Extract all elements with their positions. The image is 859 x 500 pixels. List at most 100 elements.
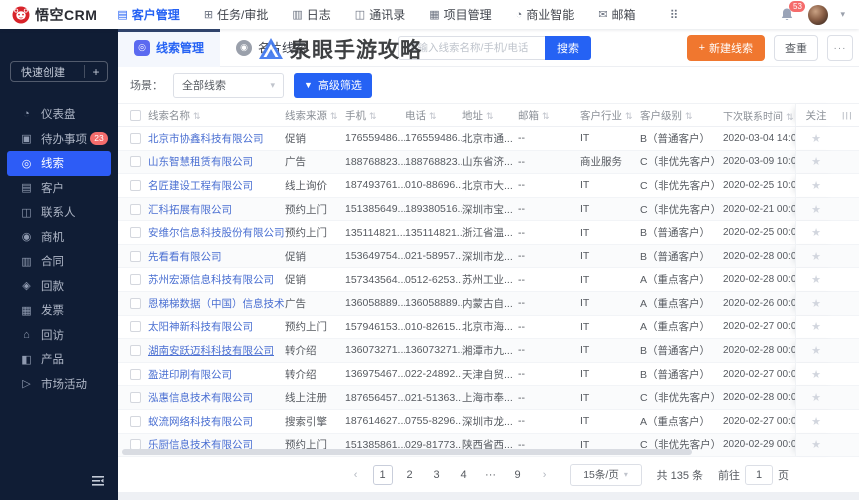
- lead-name-link[interactable]: 盈进印刷有限公司: [148, 369, 232, 381]
- sidebar-item-联系人[interactable]: ◫ 联系人: [0, 200, 118, 225]
- topnav-item-商业智能[interactable]: ◔ 商业智能: [516, 6, 575, 23]
- lead-name-link[interactable]: 泓惠信息技术有限公司: [148, 392, 253, 404]
- table-row[interactable]: 泓惠信息技术有限公司 线上注册 187656457... 021-51363... 上海…: [118, 386, 859, 410]
- follow-star-icon[interactable]: ★: [811, 155, 821, 168]
- apps-grid-icon[interactable]: ⠿: [670, 8, 679, 22]
- follow-star-icon[interactable]: ★: [811, 320, 821, 333]
- follow-star-icon[interactable]: ★: [811, 415, 821, 428]
- sidebar-item-合同[interactable]: ▥ 合同: [0, 249, 118, 274]
- lead-name-link[interactable]: 湖南安跃迈科科技有限公司: [148, 345, 274, 357]
- user-avatar[interactable]: [808, 4, 829, 25]
- sidebar-item-客户[interactable]: ▤ 客户: [0, 176, 118, 201]
- table-row[interactable]: 先看看有限公司 促销 153649754... 021-58957... 深圳市龙...…: [118, 244, 859, 269]
- lead-name-link[interactable]: 汇科拓展有限公司: [148, 204, 232, 216]
- follow-star-icon[interactable]: ★: [811, 226, 821, 239]
- lead-name-link[interactable]: 山东智慧租赁有限公司: [148, 156, 253, 168]
- row-checkbox[interactable]: [130, 368, 141, 380]
- dedupe-button[interactable]: 查重: [774, 35, 818, 61]
- sort-icon[interactable]: ⇅: [685, 111, 693, 121]
- column-header-线索名称[interactable]: 线索名称 ⇅: [148, 108, 285, 123]
- table-row[interactable]: 安维尔信息科技股份有限公司 预约上门 135114821... 135114821..…: [118, 221, 859, 245]
- page-button-3[interactable]: 3: [427, 465, 447, 485]
- sidebar-collapse-button[interactable]: [90, 474, 106, 492]
- page-size-select[interactable]: 15条/页 ▾: [569, 463, 642, 486]
- row-checkbox[interactable]: [130, 203, 141, 215]
- topnav-item-邮箱[interactable]: ✉ 邮箱: [598, 6, 635, 23]
- lead-name-link[interactable]: 先看看有限公司: [148, 251, 222, 263]
- lead-name-link[interactable]: 恩梯梯数据（中国）信息技术...: [148, 298, 285, 310]
- sidebar-item-发票[interactable]: ▦ 发票: [0, 298, 118, 323]
- follow-star-icon[interactable]: ★: [811, 344, 821, 357]
- sidebar-item-商机[interactable]: ◉ 商机: [0, 225, 118, 250]
- topnav-item-项目管理[interactable]: ▦ 项目管理: [429, 6, 491, 23]
- table-row[interactable]: 盈进印刷有限公司 转介绍 136975467... 022-24892... 天津自贸.…: [118, 362, 859, 387]
- table-row[interactable]: 恩梯梯数据（中国）信息技术... 广告 136058889... 136058889.…: [118, 292, 859, 316]
- follow-star-icon[interactable]: ★: [811, 179, 821, 192]
- table-row[interactable]: 汇科拓展有限公司 预约上门 151385649... 189380516... 深圳市宝…: [118, 197, 859, 222]
- page-button-4[interactable]: 4: [454, 465, 474, 485]
- table-row[interactable]: 蚁流网络科技有限公司 搜索引擎 187614627... 0755-8296... 深圳…: [118, 409, 859, 434]
- topnav-item-任务/审批[interactable]: ⊞ 任务/审批: [204, 6, 269, 23]
- sort-icon[interactable]: ⇅: [486, 111, 494, 121]
- next-page-button[interactable]: ›: [535, 465, 555, 485]
- follow-star-icon[interactable]: ★: [811, 391, 821, 404]
- sidebar-item-产品[interactable]: ◧ 产品: [0, 347, 118, 372]
- row-checkbox[interactable]: [130, 227, 141, 239]
- select-all-checkbox[interactable]: [130, 109, 141, 121]
- row-checkbox[interactable]: [130, 321, 141, 333]
- row-checkbox[interactable]: [130, 179, 141, 191]
- topnav-item-通讯录[interactable]: ◫ 通讯录: [355, 6, 405, 23]
- sort-icon[interactable]: ⇅: [625, 111, 633, 121]
- notification-bell[interactable]: 53: [780, 0, 806, 23]
- topnav-item-客户管理[interactable]: ▤ 客户管理: [117, 6, 179, 23]
- lead-name-link[interactable]: 蚁流网络科技有限公司: [148, 416, 253, 428]
- topnav-item-日志[interactable]: ▥ 日志: [292, 6, 330, 23]
- row-checkbox[interactable]: [130, 274, 141, 286]
- table-row[interactable]: 北京市协鑫科技有限公司 促销 176559486... 176559486... 北京市…: [118, 127, 859, 151]
- page-button-2[interactable]: 2: [400, 465, 420, 485]
- follow-star-icon[interactable]: ★: [811, 368, 821, 381]
- sidebar-item-回款[interactable]: ◈ 回款: [0, 274, 118, 299]
- follow-star-icon[interactable]: ★: [811, 132, 821, 145]
- sidebar-item-待办事项[interactable]: ▣ 待办事项 23: [0, 127, 118, 152]
- row-checkbox[interactable]: [130, 297, 141, 309]
- page-button-9[interactable]: 9: [508, 465, 528, 485]
- tab-lead-management[interactable]: ◎ 线索管理: [118, 28, 221, 67]
- row-checkbox[interactable]: [130, 250, 141, 262]
- page-button-1[interactable]: 1: [372, 464, 393, 485]
- sort-icon[interactable]: ⇅: [542, 111, 550, 121]
- search-button[interactable]: 搜索: [545, 36, 591, 60]
- table-row[interactable]: 湖南安跃迈科科技有限公司 转介绍 136073271... 136073271... 湘…: [118, 339, 859, 363]
- column-header-地址[interactable]: 地址 ⇅: [462, 108, 518, 123]
- column-settings-icon[interactable]: |||: [842, 111, 853, 120]
- lead-name-link[interactable]: 苏州宏源信息科技有限公司: [148, 274, 274, 286]
- row-checkbox[interactable]: [130, 344, 141, 356]
- sort-icon[interactable]: ⇅: [786, 112, 794, 122]
- lead-name-link[interactable]: 名匠建设工程有限公司: [148, 180, 253, 192]
- follow-star-icon[interactable]: ★: [811, 250, 821, 263]
- lead-name-link[interactable]: 安维尔信息科技股份有限公司: [148, 227, 285, 239]
- row-checkbox[interactable]: [130, 132, 141, 144]
- column-header-手机[interactable]: 手机 ⇅: [345, 108, 405, 123]
- more-actions-button[interactable]: ···: [827, 35, 853, 61]
- quick-create-plus-icon[interactable]: +: [85, 65, 107, 79]
- goto-page-input[interactable]: [745, 464, 773, 485]
- row-checkbox[interactable]: [130, 156, 141, 168]
- sidebar-item-仪表盘[interactable]: ◔ 仪表盘: [0, 102, 118, 127]
- follow-star-icon[interactable]: ★: [811, 203, 821, 216]
- follow-star-icon[interactable]: ★: [811, 297, 821, 310]
- sidebar-item-线索[interactable]: ◎ 线索: [7, 151, 111, 176]
- table-row[interactable]: 苏州宏源信息科技有限公司 促销 157343564... 0512-6253... 苏州…: [118, 268, 859, 293]
- table-row[interactable]: 山东智慧租赁有限公司 广告 188768823... 188768823... 山东省济…: [118, 150, 859, 175]
- sort-icon[interactable]: ⇅: [193, 111, 201, 121]
- prev-page-button[interactable]: ‹: [346, 465, 366, 485]
- lead-name-link[interactable]: 太阳神新科技有限公司: [148, 321, 253, 333]
- sort-icon[interactable]: ⇅: [429, 111, 437, 121]
- column-header-关注[interactable]: 关注: [795, 104, 840, 126]
- app-logo[interactable]: 悟空CRM: [0, 5, 107, 25]
- column-header-下次联系时间[interactable]: 下次联系时间 ⇅: [723, 108, 795, 123]
- row-checkbox[interactable]: [130, 392, 141, 404]
- sort-icon[interactable]: ⇅: [330, 111, 338, 121]
- column-header-线索来源[interactable]: 线索来源 ⇅: [285, 108, 345, 123]
- table-row[interactable]: 太阳神新科技有限公司 预约上门 157946153... 010-82615... 北京…: [118, 315, 859, 340]
